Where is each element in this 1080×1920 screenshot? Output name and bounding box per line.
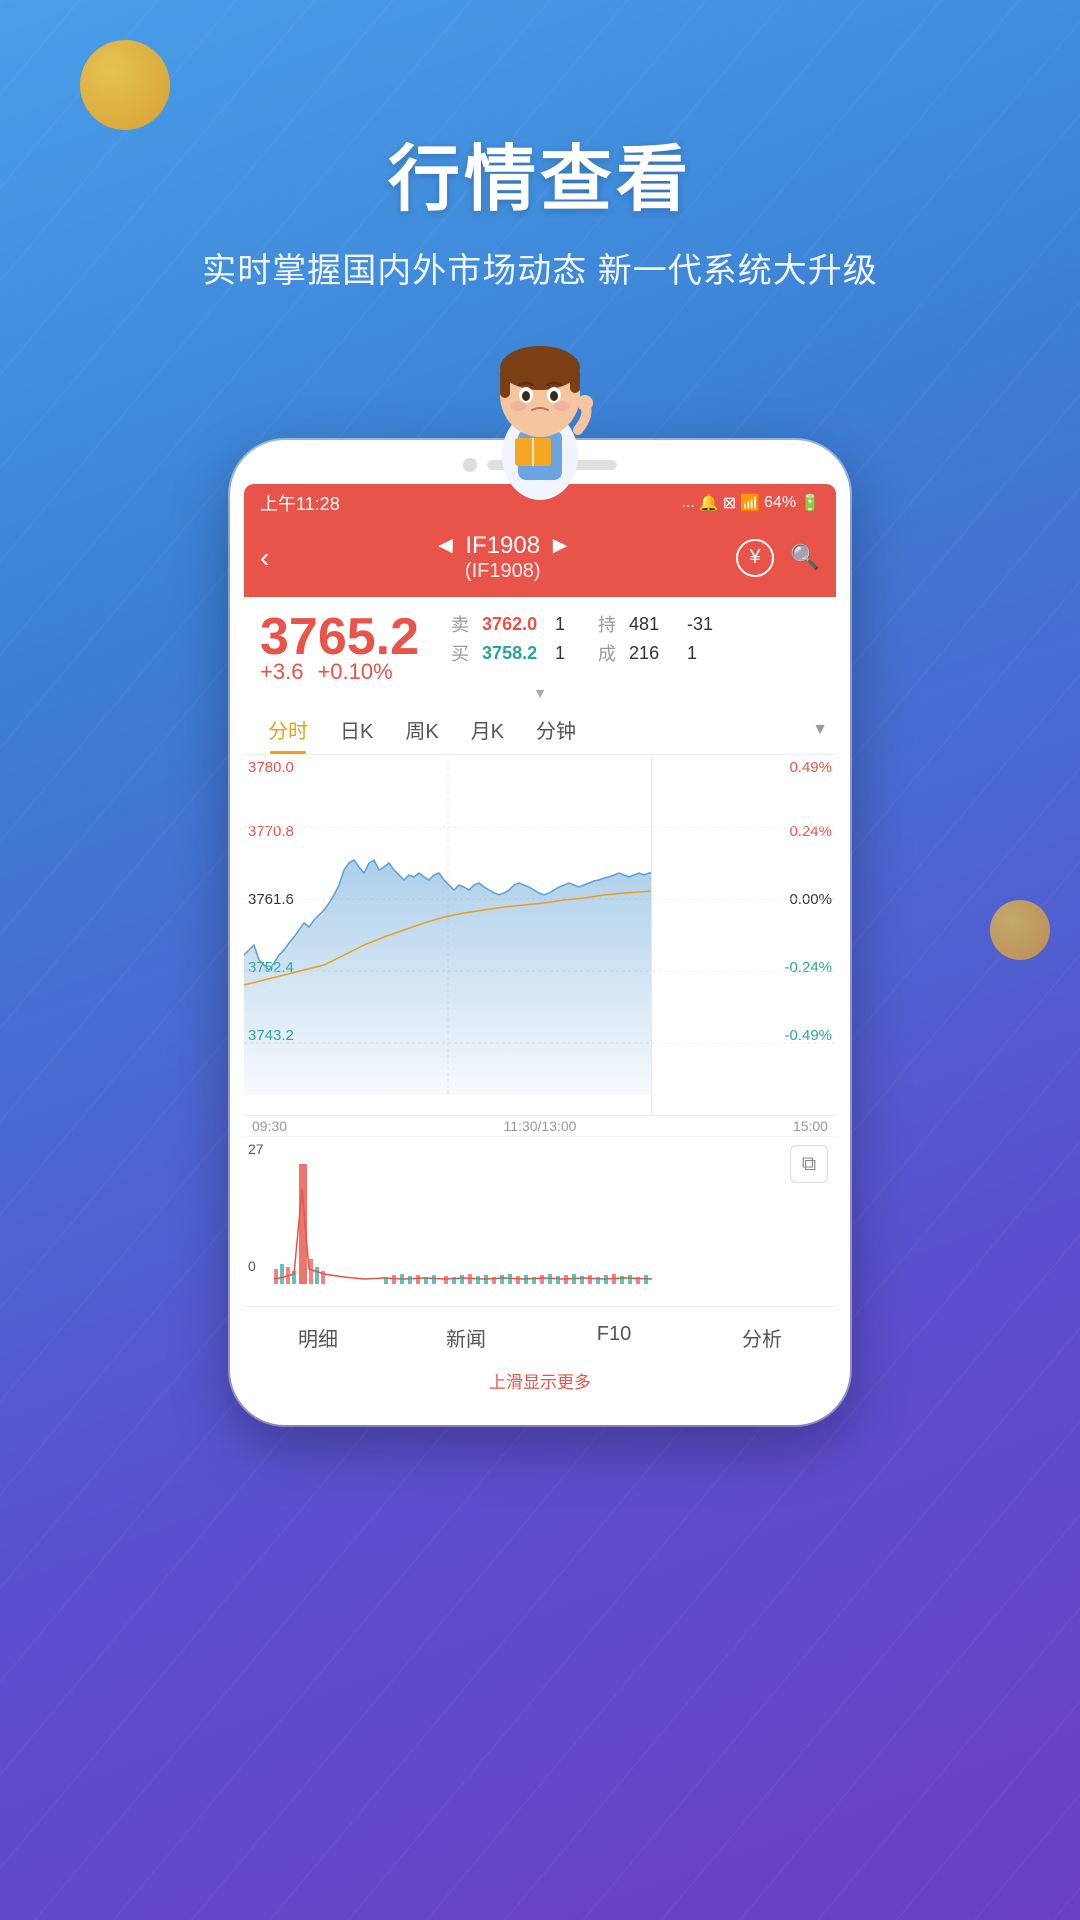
chart-left-panel: 3780.0 3770.8 3761.6 3752.4 3743.2 [244, 755, 652, 1115]
volume-chart: 27 0 ⧉ [244, 1136, 836, 1306]
symbol-name: IF1908 [465, 532, 540, 560]
header-area: 行情查看 实时掌握国内外市场动态 新一代系统大升级 [0, 120, 1080, 292]
deal-label: 成 [598, 640, 626, 666]
vol-top-label: 27 [248, 1141, 264, 1157]
phone-mockup: 上午11:28 ... 🔔 ⊠ 📶 64% 🔋 ‹ ◄ IF1908 [230, 440, 850, 1425]
status-right: ... 🔔 ⊠ 📶 64% 🔋 [681, 493, 820, 513]
battery-icon: 🔋 [800, 493, 820, 513]
next-symbol-icon[interactable]: ► [548, 532, 572, 560]
buy-label: 买 [451, 640, 479, 666]
nav-bar[interactable]: ‹ ◄ IF1908 ► (IF1908) ¥ 🔍 [244, 522, 836, 597]
alarm-icon: 🔔 [699, 493, 719, 513]
hold-label: 持 [598, 611, 626, 637]
tab-rik[interactable]: 日K [324, 705, 389, 754]
hold-val: 481 [629, 614, 684, 635]
currency-button[interactable]: ¥ [736, 539, 774, 577]
main-price: 3765.2 [260, 607, 419, 667]
deal-val: 216 [629, 643, 684, 664]
chart-right-grid [652, 755, 836, 1095]
tab-more-arrow[interactable]: ▼ [812, 721, 828, 739]
buy-price: 3758.2 [482, 643, 552, 664]
expand-arrow[interactable]: ▼ [260, 685, 820, 705]
sell-label: 卖 [451, 611, 479, 637]
bg-circle-top [80, 40, 170, 130]
bottom-nav: 明细 新闻 F10 分析 [244, 1306, 836, 1364]
main-chart: 3780.0 3770.8 3761.6 3752.4 3743.2 [244, 755, 836, 1115]
buy-qty: 1 [555, 643, 595, 664]
battery-level: 64% [764, 494, 796, 512]
volume-bars [244, 1159, 836, 1299]
sell-qty: 1 [555, 614, 595, 635]
search-button[interactable]: 🔍 [790, 543, 820, 572]
tab-zhouk[interactable]: 周K [389, 705, 454, 754]
nav-fenxi[interactable]: 分析 [688, 1319, 836, 1356]
prev-symbol-icon[interactable]: ◄ [434, 532, 458, 560]
signal-icon: ... [681, 494, 694, 512]
price-change-pct: +0.10% [317, 659, 392, 685]
deal-change: 1 [687, 643, 737, 664]
nav-right: ¥ 🔍 [736, 539, 820, 577]
chart-right-panel: 0.49% 0.24% 0.00% -0.24% -0.49% [652, 755, 836, 1115]
status-time: 上午11:28 [260, 490, 340, 516]
nav-xinwen[interactable]: 新闻 [392, 1319, 540, 1356]
chart-grid-left [244, 755, 651, 1095]
chart-x-labels: 09:30 11:30/13:00 15:00 [244, 1115, 836, 1136]
price-change-abs: +3.6 [260, 659, 303, 685]
phone-screen: 上午11:28 ... 🔔 ⊠ 📶 64% 🔋 ‹ ◄ IF1908 [244, 484, 836, 1401]
nav-f10[interactable]: F10 [540, 1319, 688, 1356]
x-label-mid: 11:30/13:00 [504, 1118, 577, 1134]
nav-center: ◄ IF1908 ► (IF1908) [434, 532, 572, 583]
tab-yuek[interactable]: 月K [455, 705, 520, 754]
bg-circle-right [990, 900, 1050, 960]
currency-icon: ¥ [750, 546, 761, 569]
wifi-icon: 📶 [740, 493, 760, 513]
nav-mingxi[interactable]: 明细 [244, 1319, 392, 1356]
back-button[interactable]: ‹ [260, 542, 269, 574]
hold-change: -31 [687, 614, 737, 635]
x-label-end: 15:00 [793, 1118, 828, 1134]
swipe-hint: 上滑显示更多 [244, 1364, 836, 1401]
sync-icon: ⊠ [723, 493, 736, 513]
tab-fenshi[interactable]: 分时 [252, 705, 324, 754]
mascot [460, 300, 620, 500]
nav-symbol: ◄ IF1908 ► [434, 532, 572, 560]
price-area: 3765.2 +3.6 +0.10% 卖 3762.0 1 持 481 [244, 597, 836, 705]
chart-tabs: 分时 日K 周K 月K 分钟 ▼ [244, 705, 836, 755]
symbol-full-name: (IF1908) [434, 560, 572, 583]
sell-price: 3762.0 [482, 614, 552, 635]
sub-title: 实时掌握国内外市场动态 新一代系统大升级 [0, 243, 1080, 292]
x-label-start: 09:30 [252, 1118, 287, 1134]
tab-fenzhong[interactable]: 分钟 [520, 705, 592, 754]
main-title: 行情查看 [0, 120, 1080, 225]
